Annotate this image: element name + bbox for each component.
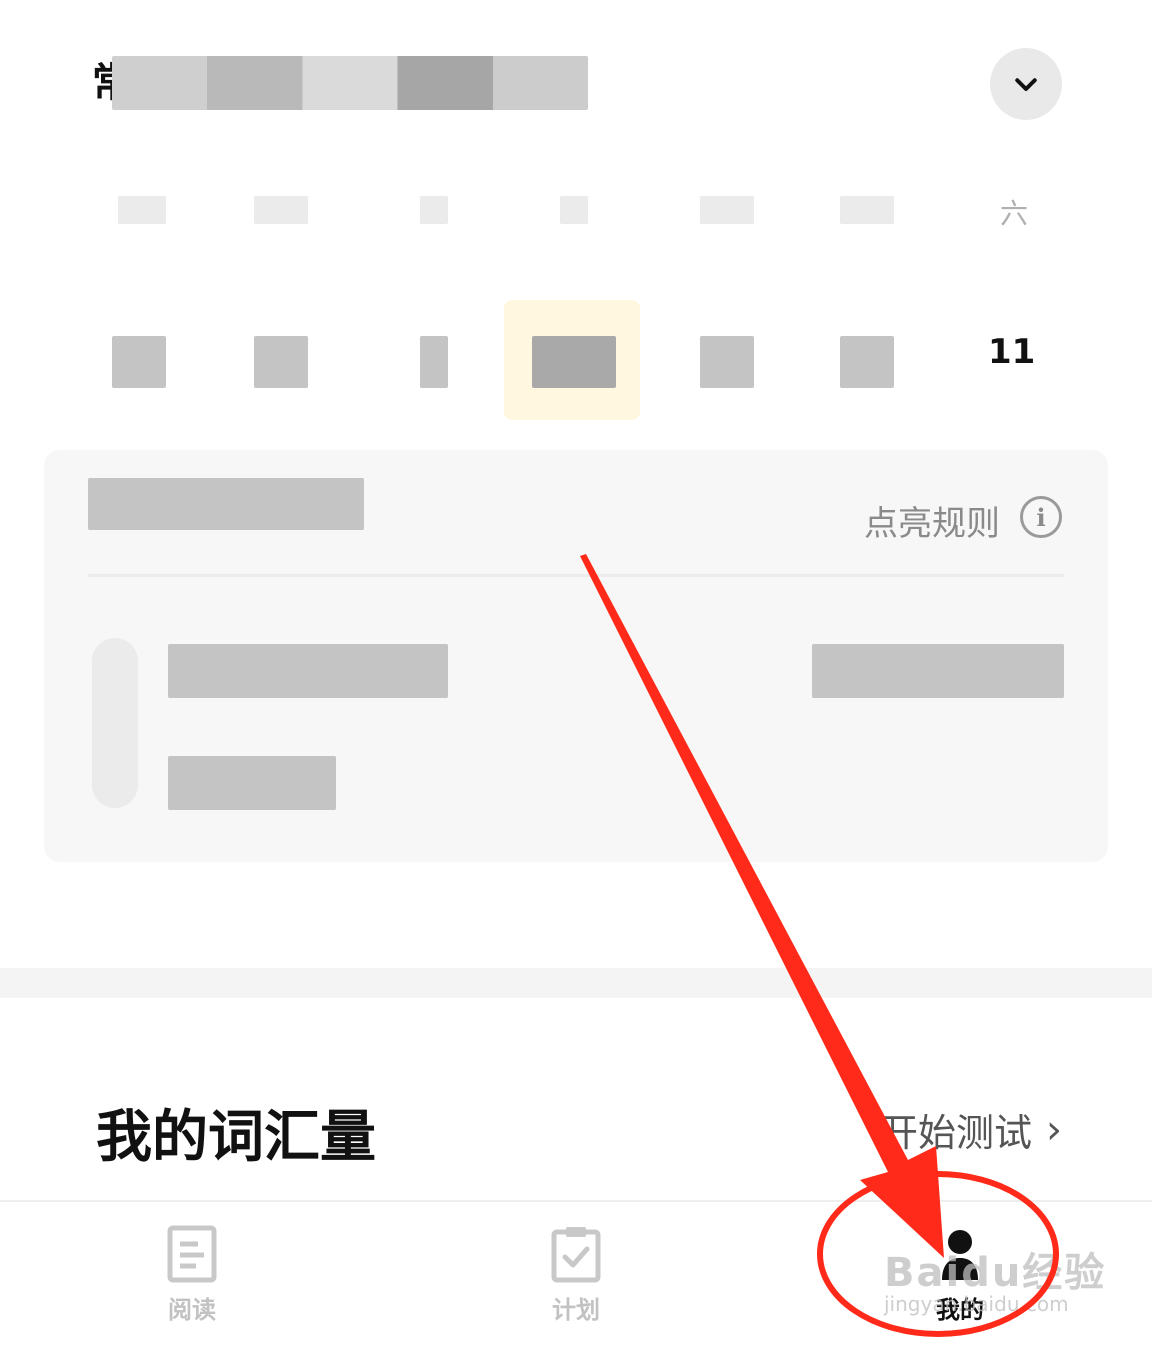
- day-number-blurred[interactable]: [840, 336, 894, 388]
- card-row-text-blurred: [168, 644, 448, 698]
- weekday-label-blurred: [700, 196, 754, 224]
- weekday-label-saturday: 六: [1000, 197, 1029, 230]
- chevron-right-icon: ›: [1046, 1106, 1063, 1153]
- weekday-label-blurred: [560, 196, 588, 224]
- tab-plan[interactable]: 计划: [516, 1224, 636, 1325]
- blurred-title: [112, 56, 588, 110]
- start-test-link[interactable]: 开始测试 ›: [880, 1102, 1062, 1157]
- card-row-text-blurred: [168, 756, 336, 810]
- day-number-blurred[interactable]: [700, 336, 754, 388]
- reading-doc-icon: [167, 1225, 217, 1283]
- my-vocabulary-title: 我的词汇量: [96, 1105, 376, 1170]
- day-number-blurred[interactable]: [532, 336, 616, 388]
- card-title-blurred: [88, 478, 364, 530]
- collapse-calendar-button[interactable]: [990, 48, 1062, 120]
- section-separator: [0, 968, 1152, 998]
- plan-clipboard-icon: [551, 1227, 601, 1283]
- tab-label: 阅读: [168, 1296, 216, 1324]
- tab-reading[interactable]: 阅读: [132, 1224, 252, 1325]
- day-number-blurred[interactable]: [112, 336, 166, 388]
- start-test-label: 开始测试: [880, 1111, 1033, 1155]
- chevron-down-icon: [1015, 78, 1037, 91]
- tab-label: 计划: [552, 1296, 600, 1324]
- baidu-watermark-url: jingyan.baidu.com: [884, 1292, 1069, 1316]
- weekday-label-blurred: [118, 196, 166, 224]
- day-number-11[interactable]: 11: [988, 332, 1035, 372]
- info-icon[interactable]: i: [1020, 496, 1062, 538]
- baidu-watermark: Baidu经验: [884, 1250, 1107, 1296]
- lighting-rules-link[interactable]: 点亮规则: [864, 496, 1000, 545]
- card-divider: [88, 574, 1064, 577]
- day-number-blurred[interactable]: [420, 336, 448, 388]
- card-avatar-blurred: [92, 638, 138, 808]
- weekday-label-blurred: [840, 196, 894, 224]
- weekday-label-blurred: [420, 196, 448, 224]
- weekday-label-blurred: [254, 196, 308, 224]
- day-number-blurred[interactable]: [254, 336, 308, 388]
- card-row-value-blurred: [812, 644, 1064, 698]
